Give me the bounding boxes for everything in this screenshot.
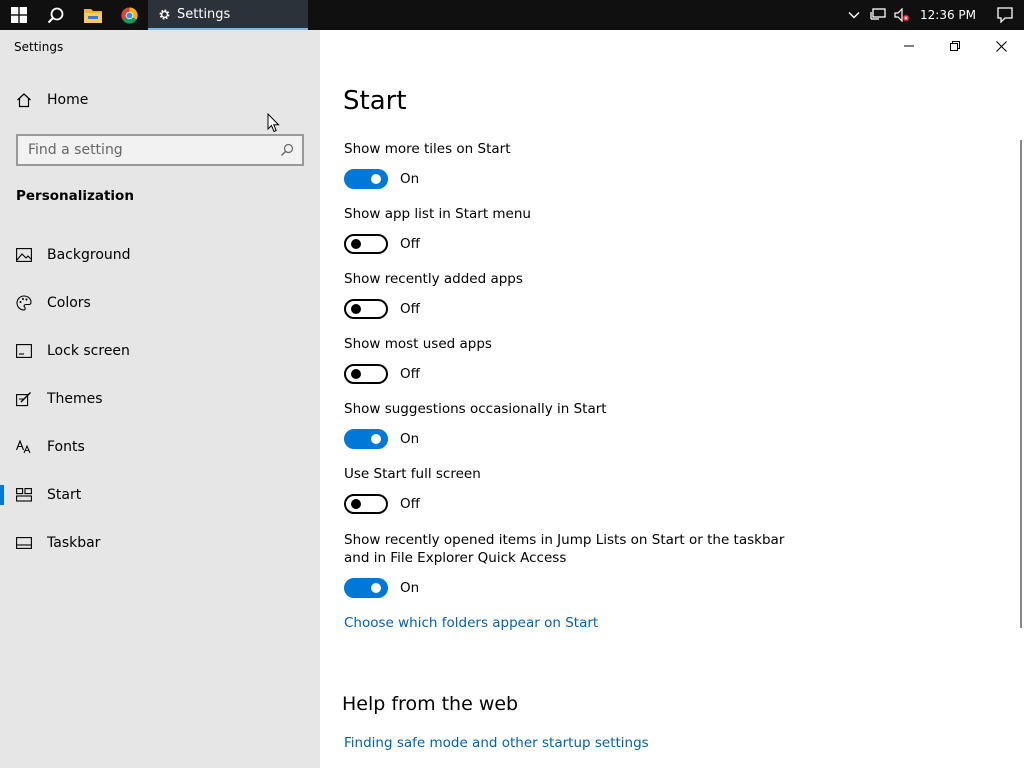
section-title: Personalization [16, 188, 134, 204]
toggle-state: On [400, 580, 420, 596]
setting-show-recently-added: Show recently added apps Off [344, 270, 804, 319]
home-nav-item[interactable]: Home [16, 92, 88, 108]
setting-show-suggestions: Show suggestions occasionally in Start O… [344, 400, 804, 449]
notification-icon [997, 7, 1013, 23]
search-icon [281, 143, 294, 156]
sidebar-item-start[interactable]: Start [0, 471, 320, 519]
sidebar-item-label: Taskbar [47, 535, 101, 551]
sidebar-nav: Background Colors Lock screen Themes Fon… [0, 231, 320, 567]
setting-label: Show suggestions occasionally in Start [344, 401, 607, 417]
gear-icon [159, 9, 170, 19]
toggle-state: Off [400, 496, 420, 512]
page-title: Start [343, 86, 407, 116]
sidebar-item-background[interactable]: Background [0, 231, 320, 279]
sidebar-item-taskbar[interactable]: Taskbar [0, 519, 320, 567]
taskbar-app-settings[interactable]: Settings [148, 0, 308, 30]
fonts-icon [16, 440, 36, 454]
setting-show-app-list: Show app list in Start menu Off [344, 205, 804, 254]
window-caption-buttons [886, 30, 1024, 62]
setting-full-screen: Use Start full screen Off [344, 465, 804, 514]
themes-icon [16, 391, 36, 407]
minimize-button[interactable] [886, 30, 932, 62]
start-icon [16, 488, 36, 502]
search-input[interactable] [28, 142, 280, 158]
setting-label: Show recently added apps [344, 271, 523, 287]
windows-logo-icon [10, 7, 27, 23]
help-section-title: Help from the web [342, 693, 519, 715]
setting-label: Show more tiles on Start [344, 141, 511, 157]
chevron-up-icon [848, 12, 860, 19]
app-title: Settings [14, 40, 64, 54]
search-box[interactable] [16, 134, 304, 166]
help-link-safe-mode[interactable]: Finding safe mode and other startup sett… [344, 735, 649, 751]
chrome-button[interactable] [111, 0, 148, 30]
start-button[interactable] [0, 0, 37, 30]
sidebar-item-label: Lock screen [47, 343, 130, 359]
toggle-switch[interactable] [344, 234, 388, 254]
choose-folders-link[interactable]: Choose which folders appear on Start [344, 615, 598, 631]
setting-label: Show app list in Start menu [344, 206, 531, 222]
lock-screen-icon [16, 344, 36, 358]
sidebar-item-label: Fonts [47, 439, 85, 455]
setting-show-most-used: Show most used apps Off [344, 335, 804, 384]
volume-muted-icon [894, 8, 910, 22]
taskbar: Settings 12:36 PM [0, 0, 1024, 30]
show-hidden-icons-button[interactable] [842, 0, 866, 30]
toggle-switch[interactable] [344, 494, 388, 514]
toggle-state: On [400, 171, 420, 187]
home-icon [16, 92, 36, 108]
file-explorer-button[interactable] [74, 0, 111, 30]
home-label: Home [47, 92, 89, 108]
sidebar-item-label: Themes [47, 391, 103, 407]
clock[interactable]: 12:36 PM [914, 8, 986, 22]
setting-jump-lists: Show recently opened items in Jump Lists… [344, 531, 804, 598]
taskbar-app-label: Settings [177, 6, 231, 22]
scrollbar[interactable] [1020, 140, 1022, 628]
palette-icon [16, 295, 36, 311]
volume-button[interactable] [890, 0, 914, 30]
setting-show-more-tiles: Show more tiles on Start On [344, 140, 804, 189]
taskbar-icon [16, 537, 36, 549]
folder-icon [83, 8, 102, 23]
sidebar-item-lock-screen[interactable]: Lock screen [0, 327, 320, 375]
sidebar-item-label: Colors [47, 295, 91, 311]
action-center-button[interactable] [986, 0, 1024, 30]
toggle-switch[interactable] [344, 578, 388, 598]
close-icon [995, 40, 1007, 52]
search-icon [47, 7, 64, 23]
toggle-switch[interactable] [344, 429, 388, 449]
sidebar-item-fonts[interactable]: Fonts [0, 423, 320, 471]
toggle-state: Off [400, 236, 420, 252]
toggle-switch[interactable] [344, 169, 388, 189]
sidebar: Settings Home Personalization Background [0, 30, 320, 768]
picture-icon [16, 248, 36, 262]
system-tray: 12:36 PM [842, 0, 1024, 30]
sidebar-item-themes[interactable]: Themes [0, 375, 320, 423]
sidebar-item-colors[interactable]: Colors [0, 279, 320, 327]
toggle-state: On [400, 431, 420, 447]
restore-button[interactable] [932, 30, 978, 62]
minimize-icon [904, 45, 914, 47]
search-button[interactable] [37, 0, 74, 30]
setting-label: Show most used apps [344, 336, 492, 352]
mouse-cursor-icon [267, 113, 280, 133]
settings-window: Settings Home Personalization Background [0, 30, 1024, 768]
setting-label: Use Start full screen [344, 466, 481, 482]
chrome-icon [121, 6, 138, 24]
setting-label: Show recently opened items in Jump Lists… [344, 532, 785, 566]
sidebar-item-label: Background [47, 247, 131, 263]
toggle-switch[interactable] [344, 299, 388, 319]
restore-icon [950, 41, 960, 51]
toggle-state: Off [400, 301, 420, 317]
toggle-state: Off [400, 366, 420, 382]
close-button[interactable] [978, 30, 1024, 62]
network-icon [870, 8, 886, 20]
sidebar-item-label: Start [47, 487, 82, 503]
network-button[interactable] [866, 0, 890, 30]
toggle-switch[interactable] [344, 364, 388, 384]
